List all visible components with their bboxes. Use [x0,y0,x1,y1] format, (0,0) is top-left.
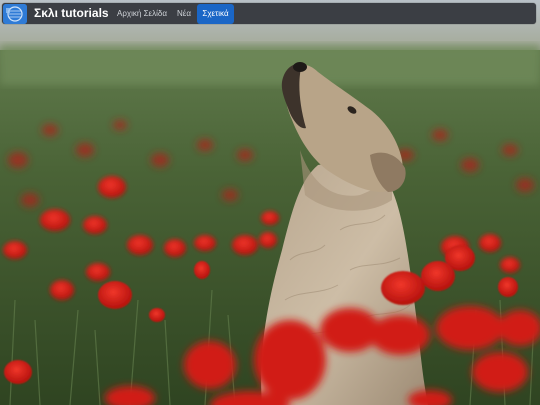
navbar: Σκλι tutorials Αρχική Σελίδα Νέα Σχετικά [2,3,536,24]
nav-item-about[interactable]: Σχετικά [197,4,234,24]
logo-icon[interactable] [3,4,27,24]
hero-photo [0,0,540,405]
nav-item-home[interactable]: Αρχική Σελίδα [113,4,171,24]
brand-title[interactable]: Σκλι tutorials [34,6,109,21]
page: Σκλι tutorials Αρχική Σελίδα Νέα Σχετικά [0,0,540,405]
nav-item-news[interactable]: Νέα [172,4,196,24]
